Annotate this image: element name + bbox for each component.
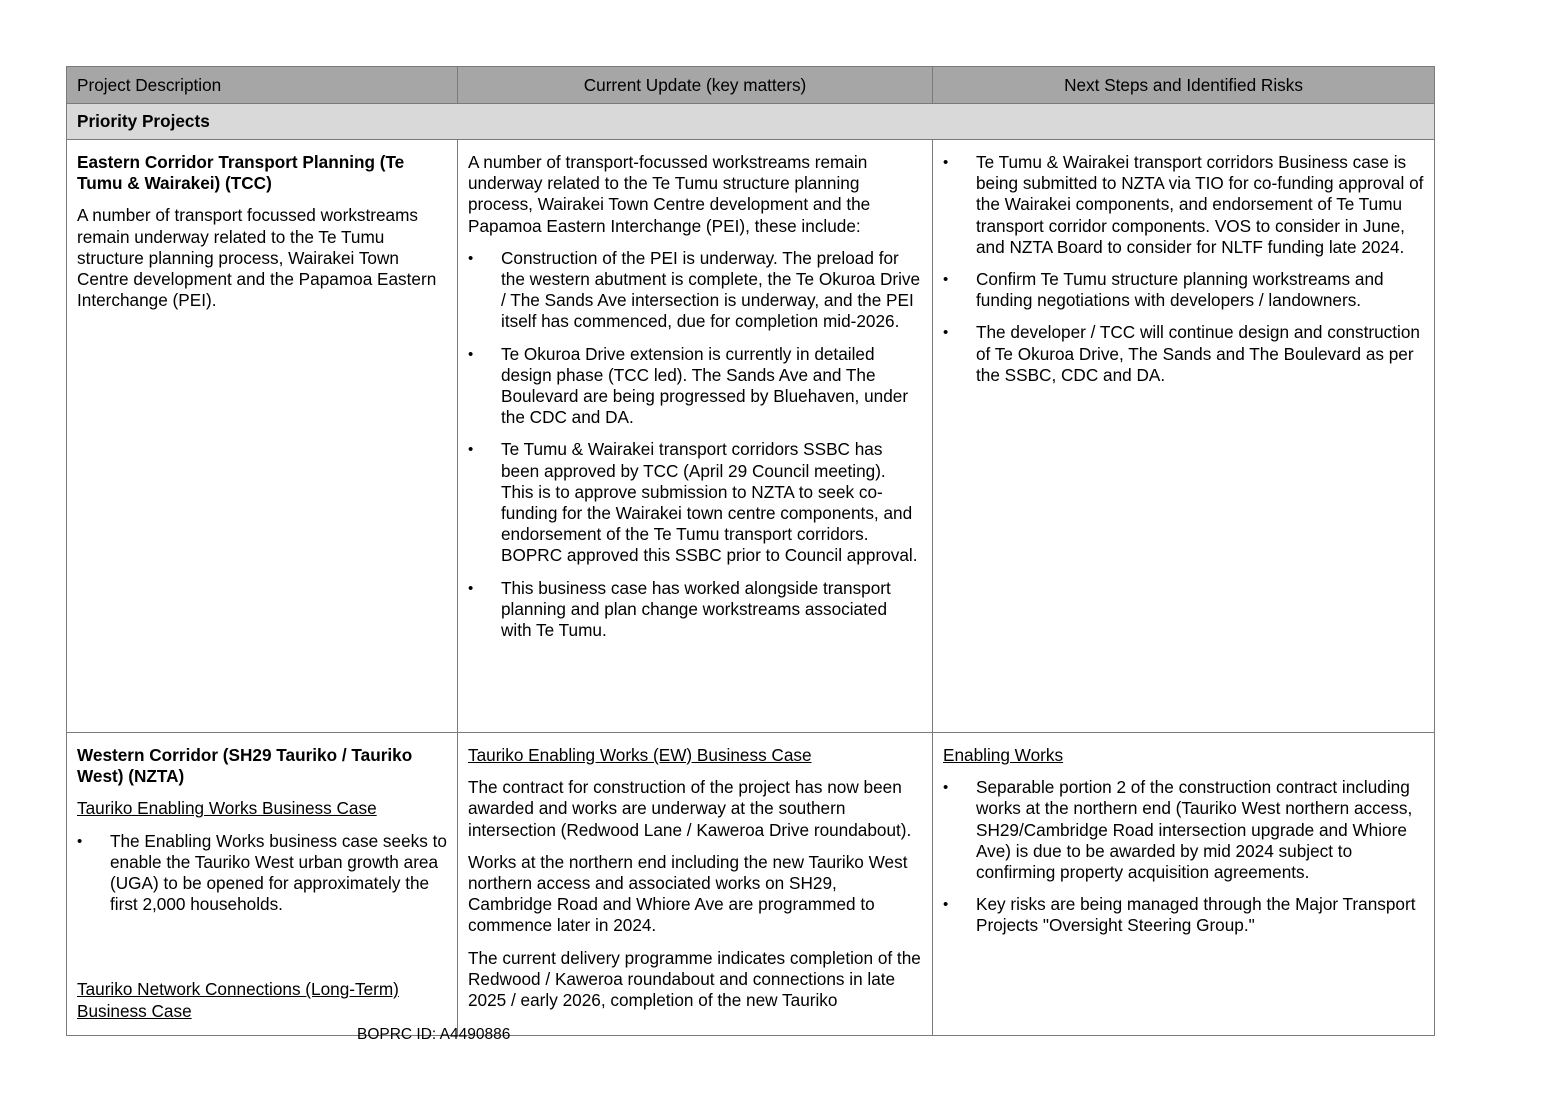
section-row: Priority Projects — [66, 103, 1435, 140]
description-bullet-list: The Enabling Works business case seeks t… — [77, 831, 447, 916]
document-id: BOPRC ID: A4490886 — [357, 1026, 511, 1043]
list-item: Separable portion 2 of the construction … — [943, 777, 1424, 883]
update-bullet-list: Construction of the PEI is underway. The… — [468, 248, 922, 641]
update-paragraph: The current delivery programme indicates… — [468, 947, 921, 1011]
update-paragraph: The contract for construction of the pro… — [468, 777, 912, 840]
project-summary: A number of transport focussed workstrea… — [77, 205, 437, 311]
section-label: Priority Projects — [66, 103, 1435, 140]
subheading: Tauriko Enabling Works (EW) Business Cas… — [468, 745, 812, 765]
subheading: Tauriko Enabling Works Business Case — [77, 798, 377, 819]
next-steps-bullet-list: Te Tumu & Wairakei transport corridors B… — [943, 152, 1424, 386]
update-paragraph: Works at the northern end including the … — [468, 851, 908, 936]
list-item: Te Okuroa Drive extension is currently i… — [468, 344, 922, 429]
update-cell: Tauriko Enabling Works (EW) Business Cas… — [457, 732, 933, 1036]
description-cell: Eastern Corridor Transport Planning (Te … — [66, 139, 458, 733]
project-table: Project Description Current Update (key … — [66, 66, 1435, 1036]
project-title: Eastern Corridor Transport Planning (Te … — [77, 152, 405, 194]
project-title: Western Corridor (SH29 Tauriko / Tauriko… — [77, 745, 413, 787]
header-next-steps: Next Steps and Identified Risks — [932, 66, 1435, 104]
list-item: The Enabling Works business case seeks t… — [77, 831, 447, 916]
next-steps-cell: Enabling Works Separable portion 2 of th… — [932, 732, 1435, 1036]
list-item: Confirm Te Tumu structure planning works… — [943, 269, 1424, 311]
list-item: Key risks are being managed through the … — [943, 894, 1424, 936]
next-steps-bullet-list: Separable portion 2 of the construction … — [943, 777, 1424, 936]
description-cell: Western Corridor (SH29 Tauriko / Tauriko… — [66, 732, 458, 1036]
header-current-update: Current Update (key matters) — [457, 66, 933, 104]
table-row: Eastern Corridor Transport Planning (Te … — [66, 139, 1435, 733]
header-project-description: Project Description — [66, 66, 458, 104]
list-item: The developer / TCC will continue design… — [943, 322, 1424, 386]
subheading: Tauriko Network Connections (Long-Term) … — [77, 979, 399, 1021]
table-header-row: Project Description Current Update (key … — [66, 66, 1435, 104]
list-item: Te Tumu & Wairakei transport corridors S… — [468, 439, 922, 566]
list-item: Te Tumu & Wairakei transport corridors B… — [943, 152, 1424, 258]
next-steps-cell: Te Tumu & Wairakei transport corridors B… — [932, 139, 1435, 733]
update-cell: A number of transport-focussed workstrea… — [457, 139, 933, 733]
table-row: Western Corridor (SH29 Tauriko / Tauriko… — [66, 732, 1435, 1036]
list-item: This business case has worked alongside … — [468, 578, 922, 642]
subheading: Enabling Works — [943, 745, 1064, 765]
list-item: Construction of the PEI is underway. The… — [468, 248, 922, 333]
update-intro: A number of transport-focussed workstrea… — [468, 152, 871, 236]
